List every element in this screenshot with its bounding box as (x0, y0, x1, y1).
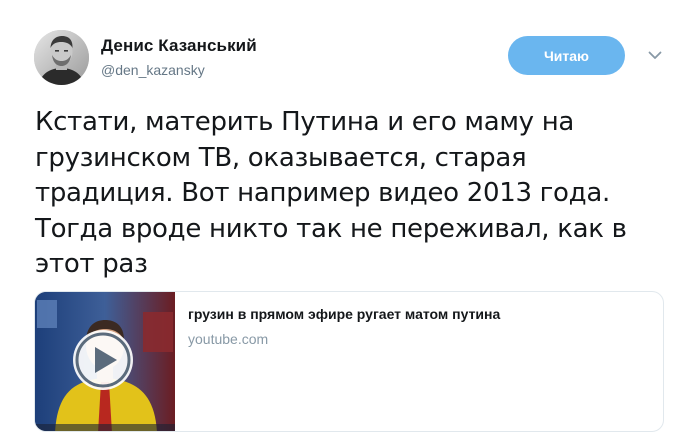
chevron-down-icon (648, 51, 662, 59)
tweet-text: Кстати, материть Путина и его маму на гр… (35, 105, 675, 283)
author-handle[interactable]: @den_kazansky (101, 62, 205, 78)
tweet-text-line: Кстати, материть Путина и его маму на (35, 107, 575, 137)
tweet-text-line: грузинском ТВ, оказывается, старая (35, 142, 527, 173)
tweet-menu-button[interactable] (645, 48, 665, 62)
tweet-text-line: Тогда вроде никто так не переживал, как … (35, 213, 627, 244)
card-domain: youtube.com (188, 331, 269, 347)
author-name[interactable]: Денис Казанський (101, 36, 257, 56)
following-button-label: Читаю (543, 47, 590, 64)
tweet-text-line: этот раз (35, 249, 148, 279)
following-button[interactable]: Читаю (508, 36, 625, 75)
card-title: грузин в прямом эфире ругает матом путин… (188, 306, 501, 322)
avatar[interactable] (34, 30, 89, 85)
link-card[interactable]: грузин в прямом эфире ругает матом путин… (34, 291, 664, 432)
tweet-text-line: традиция. Вот например видео 2013 года. (35, 178, 610, 208)
avatar-portrait (34, 30, 89, 85)
video-thumbnail[interactable] (35, 292, 175, 431)
video-thumbnail-image (35, 292, 175, 431)
